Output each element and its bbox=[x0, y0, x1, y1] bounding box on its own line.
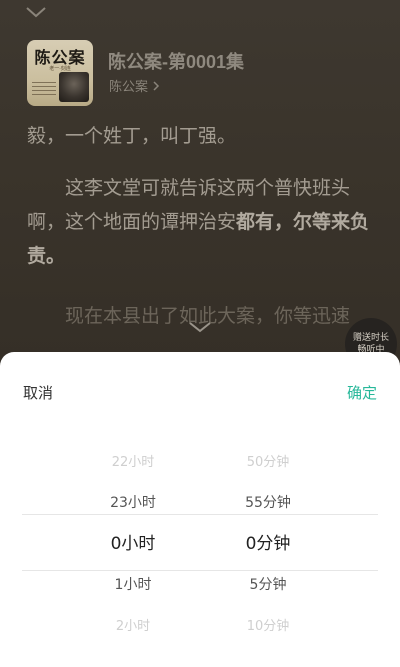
hour-option[interactable]: 23小时 bbox=[73, 483, 193, 524]
player-background: 陈公案 老一·刻连 陈公案-第0001集 陈公案 毅，一个姓丁，叫丁强。 这李文… bbox=[0, 0, 400, 360]
hours-wheel[interactable]: 22小时 23小时 0小时 1小时 2小时 bbox=[73, 442, 193, 647]
minutes-wheel[interactable]: 50分钟 55分钟 0分钟 5分钟 10分钟 bbox=[208, 442, 328, 647]
minute-option-selected[interactable]: 0分钟 bbox=[208, 524, 328, 565]
minute-option[interactable]: 50分钟 bbox=[208, 442, 328, 483]
lyrics-line: 毅，一个姓丁，叫丁强。 bbox=[27, 126, 237, 147]
album-link[interactable]: 陈公案 bbox=[109, 76, 160, 95]
confirm-button[interactable]: 确定 bbox=[347, 382, 377, 403]
lyrics-paragraph: 这李文堂可就告诉这两个普快班头啊，这个地面的谭押治安都有，尔等来负责。 bbox=[27, 172, 377, 274]
episode-title: 陈公案-第0001集 bbox=[108, 52, 245, 72]
album-name: 陈公案 bbox=[109, 80, 149, 95]
chevron-down-icon[interactable] bbox=[188, 320, 212, 334]
bonus-badge-line1: 赠送时长 bbox=[352, 333, 389, 343]
chevron-right-icon bbox=[153, 80, 160, 91]
cover-portrait bbox=[59, 72, 89, 102]
minute-option[interactable]: 5分钟 bbox=[208, 565, 328, 606]
cover-subtitle: 老一·刻连 bbox=[49, 66, 71, 72]
lyrics-text: 毅，一个姓丁，叫丁强。 这李文堂可就告诉这两个普快班头啊，这个地面的谭押治安都有… bbox=[27, 120, 377, 334]
minute-option[interactable]: 10分钟 bbox=[208, 606, 328, 647]
album-cover[interactable]: 陈公案 老一·刻连 bbox=[27, 40, 93, 106]
hour-option-selected[interactable]: 0小时 bbox=[73, 524, 193, 565]
minute-option[interactable]: 55分钟 bbox=[208, 483, 328, 524]
hour-option[interactable]: 2小时 bbox=[73, 606, 193, 647]
timer-picker-sheet: 取消 确定 22小时 23小时 0小时 1小时 2小时 50分钟 55分钟 0分… bbox=[0, 352, 400, 667]
hour-option[interactable]: 1小时 bbox=[73, 565, 193, 606]
chevron-down-icon[interactable] bbox=[24, 4, 48, 20]
hour-option[interactable]: 22小时 bbox=[73, 442, 193, 483]
cover-text-block bbox=[32, 82, 56, 98]
cancel-button[interactable]: 取消 bbox=[23, 382, 53, 403]
